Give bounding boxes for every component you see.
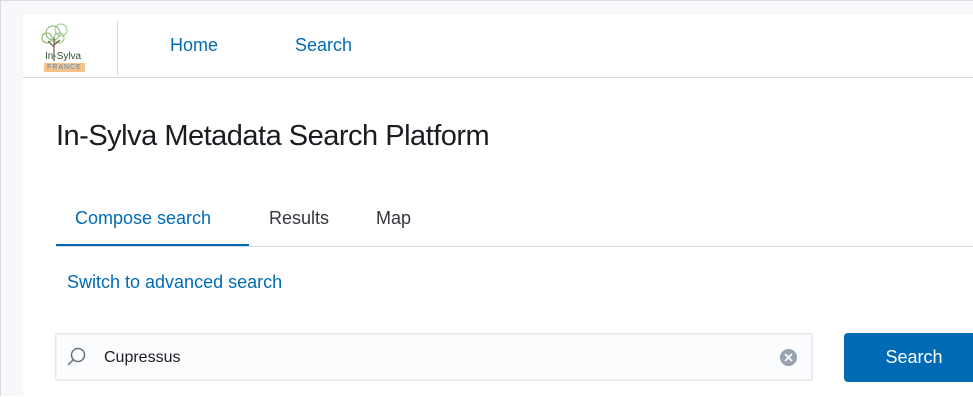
search-input[interactable] (104, 346, 764, 370)
main-panel: In-Sylva Metadata Search Platform Compos… (23, 78, 973, 397)
tab-map[interactable]: Map (376, 208, 411, 229)
nav-link-search[interactable]: Search (295, 35, 352, 56)
top-navbar: In-Sylva FRANCE Home Search (23, 15, 973, 78)
advanced-search-link[interactable]: Switch to advanced search (67, 272, 282, 293)
search-field[interactable] (55, 333, 813, 381)
app-frame: In-Sylva FRANCE Home Search In-Sylva Met… (0, 0, 973, 397)
in-sylva-logo[interactable]: In-Sylva FRANCE (31, 21, 118, 75)
clear-icon[interactable] (780, 349, 797, 366)
search-button[interactable]: Search (844, 333, 973, 382)
search-icon (67, 347, 86, 366)
tab-bar: Compose search Results Map (56, 188, 973, 247)
logo-text: In-Sylva (45, 51, 82, 62)
active-tab-indicator (56, 244, 249, 246)
nav-link-home[interactable]: Home (170, 35, 218, 56)
page-title: In-Sylva Metadata Search Platform (56, 120, 490, 152)
tab-compose-search[interactable]: Compose search (75, 208, 211, 229)
tab-results[interactable]: Results (269, 208, 329, 229)
logo-subtext: FRANCE (44, 63, 85, 72)
